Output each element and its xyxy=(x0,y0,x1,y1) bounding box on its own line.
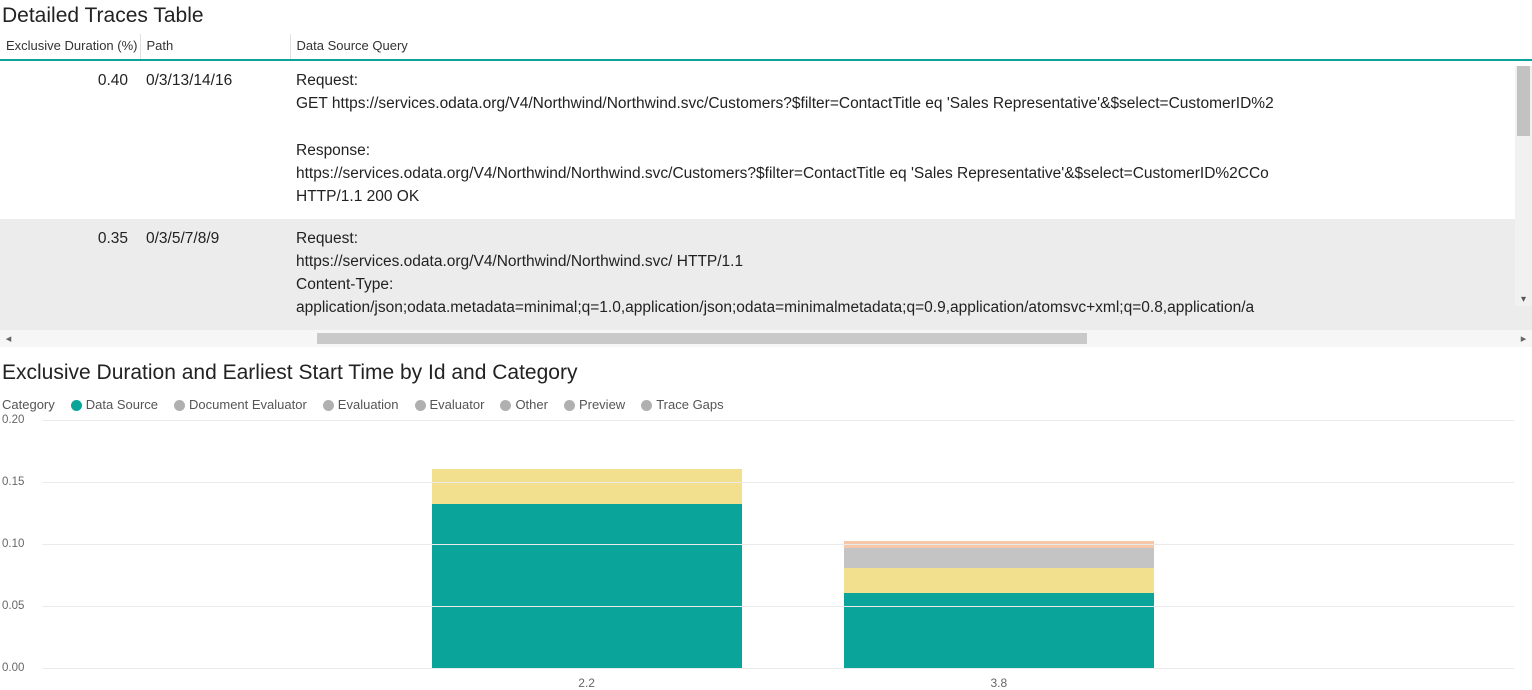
traces-title: Detailed Traces Table xyxy=(0,0,1532,34)
legend-item-data-source[interactable]: Data Source xyxy=(71,397,158,412)
legend-item-evaluator[interactable]: Evaluator xyxy=(415,397,485,412)
y-axis-tick: 0.05 xyxy=(2,600,24,612)
scroll-left-icon[interactable]: ◂ xyxy=(0,332,17,345)
chart-gridline xyxy=(42,544,1514,545)
legend-item-label: Trace Gaps xyxy=(656,397,723,412)
cell-duration: 0.35 xyxy=(0,219,140,330)
table-row[interactable]: 0.40 0/3/13/14/16 Request: GET https://s… xyxy=(0,60,1532,219)
chart-gridline xyxy=(42,606,1514,607)
traces-table-wrap: Exclusive Duration (%) Path Data Source … xyxy=(0,34,1532,330)
legend-item-label: Document Evaluator xyxy=(189,397,307,412)
table-row[interactable]: 0.35 0/3/5/7/8/9 Request: https://servic… xyxy=(0,219,1532,330)
chart-bar-segment xyxy=(844,568,1154,593)
chart-gridline xyxy=(42,668,1514,669)
legend-item-evaluation[interactable]: Evaluation xyxy=(323,397,399,412)
chart-bar-segment xyxy=(844,548,1154,568)
y-axis-tick: 0.00 xyxy=(2,662,24,674)
legend-item-trace-gaps[interactable]: Trace Gaps xyxy=(641,397,723,412)
legend-item-label: Data Source xyxy=(86,397,158,412)
legend-swatch-icon xyxy=(415,400,426,411)
vertical-scrollbar[interactable]: ▴ ▾ xyxy=(1515,66,1532,306)
legend-swatch-icon xyxy=(174,400,185,411)
horizontal-scrollbar[interactable]: ◂ ▸ xyxy=(0,330,1532,347)
legend-item-label: Other xyxy=(515,397,548,412)
scroll-down-icon[interactable]: ▾ xyxy=(1518,294,1529,305)
legend-item-label: Preview xyxy=(579,397,625,412)
cell-query: Request: GET https://services.odata.org/… xyxy=(290,60,1532,219)
legend-item-label: Evaluator xyxy=(430,397,485,412)
col-header-duration-label: Exclusive Duration (%) xyxy=(6,38,138,53)
y-axis-tick: 0.15 xyxy=(2,476,24,488)
horizontal-scroll-track[interactable] xyxy=(17,330,1515,347)
y-axis-tick: 0.20 xyxy=(2,414,24,426)
col-header-query[interactable]: Data Source Query xyxy=(290,34,1532,60)
chart-legend: Category Data Source Document Evaluator … xyxy=(0,391,1532,414)
legend-label: Category xyxy=(2,397,55,412)
chart-bar-segment xyxy=(844,593,1154,667)
legend-swatch-icon xyxy=(564,400,575,411)
legend-item-preview[interactable]: Preview xyxy=(564,397,625,412)
horizontal-scroll-thumb[interactable] xyxy=(317,333,1087,344)
legend-swatch-icon xyxy=(641,400,652,411)
chart-area[interactable]: 0.000.050.100.150.202.23.8 xyxy=(2,420,1532,690)
legend-swatch-icon xyxy=(71,400,82,411)
legend-item-document-evaluator[interactable]: Document Evaluator xyxy=(174,397,307,412)
cell-duration: 0.40 xyxy=(0,60,140,219)
y-axis-tick: 0.10 xyxy=(2,538,24,550)
chart-gridline xyxy=(42,482,1514,483)
chart-bar-segment xyxy=(844,541,1154,548)
scroll-right-icon[interactable]: ▸ xyxy=(1515,332,1532,345)
chart-bar-segment xyxy=(432,504,742,668)
cell-path: 0/3/5/7/8/9 xyxy=(140,219,290,330)
legend-item-other[interactable]: Other xyxy=(500,397,548,412)
vertical-scroll-thumb[interactable] xyxy=(1517,66,1530,136)
legend-item-label: Evaluation xyxy=(338,397,399,412)
chart-gridline xyxy=(42,420,1514,421)
legend-swatch-icon xyxy=(323,400,334,411)
col-header-path[interactable]: Path xyxy=(140,34,290,60)
cell-query: Request: https://services.odata.org/V4/N… xyxy=(290,219,1532,330)
col-header-duration[interactable]: Exclusive Duration (%) xyxy=(0,34,140,60)
chart-bar-segment xyxy=(432,469,742,504)
cell-path: 0/3/13/14/16 xyxy=(140,60,290,219)
chart-title: Exclusive Duration and Earliest Start Ti… xyxy=(0,357,1532,391)
legend-swatch-icon xyxy=(500,400,511,411)
traces-table: Exclusive Duration (%) Path Data Source … xyxy=(0,34,1532,330)
